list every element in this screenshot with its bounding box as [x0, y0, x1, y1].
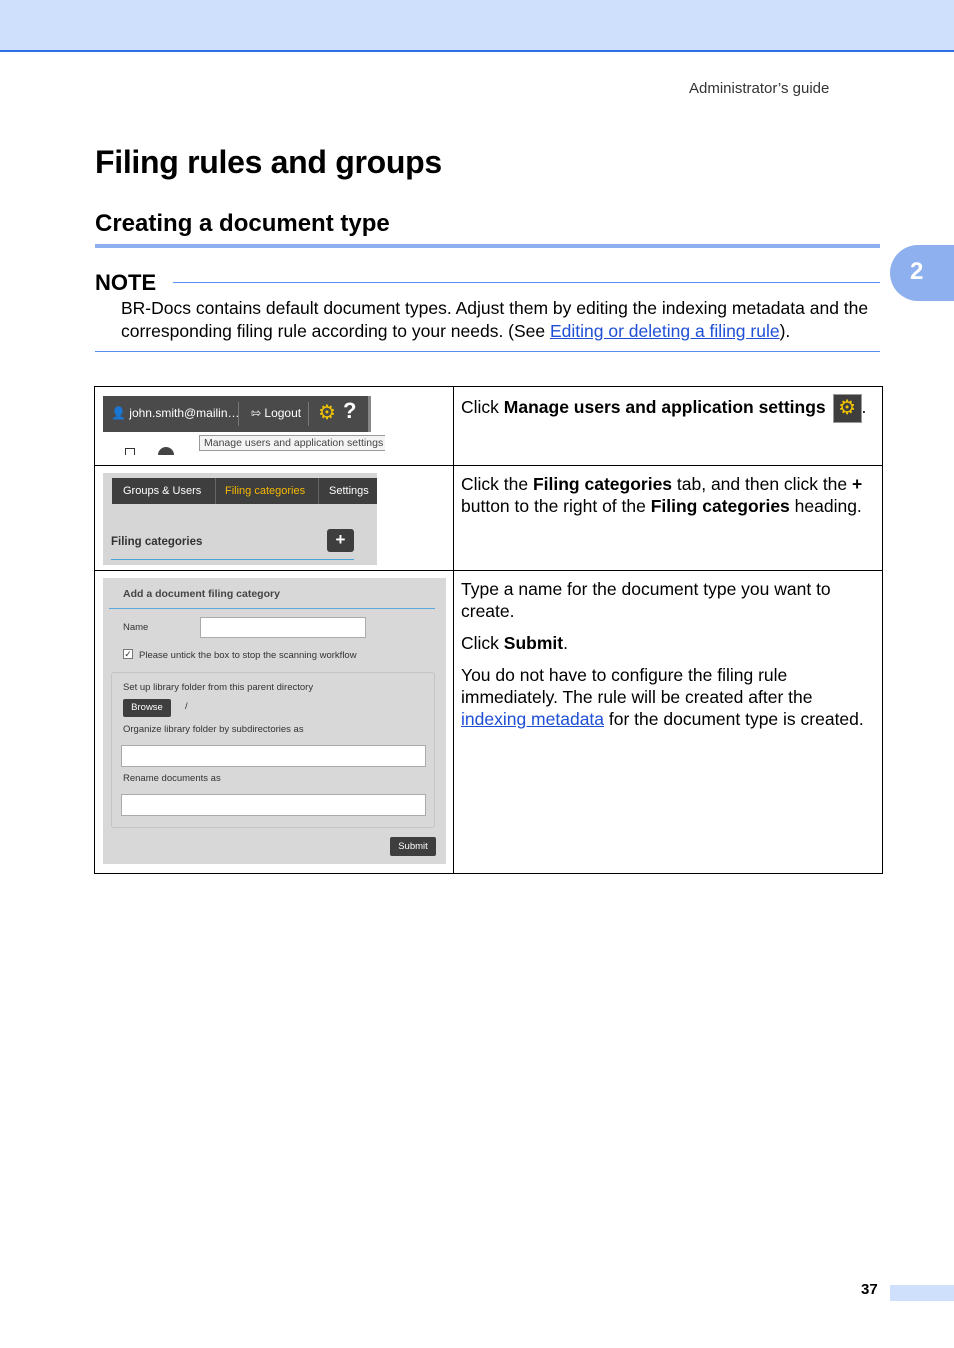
rename-field	[121, 794, 426, 816]
heading-underline	[111, 559, 354, 560]
section-title: Creating a document type	[95, 210, 390, 237]
tab-divider	[215, 478, 216, 504]
checkbox-icon: ✓	[123, 649, 133, 659]
step3-text: for the document type is created.	[604, 709, 864, 729]
top-band	[0, 0, 954, 52]
rename-label: Rename documents as	[123, 773, 221, 784]
step1-image-cell: 👤 john.smith@mailin… ⇰ Logout ⚙ ? Manage…	[94, 386, 454, 466]
name-field	[200, 617, 366, 638]
step2-text: button to the right of the	[461, 496, 651, 516]
note-rule	[173, 282, 880, 283]
filing-categories-heading: Filing categories	[111, 536, 203, 548]
running-head: Administrator’s guide	[689, 80, 830, 97]
logout-button: ⇰ Logout	[251, 406, 301, 420]
indexing-metadata-link[interactable]: indexing metadata	[461, 709, 604, 729]
subdir-field	[121, 745, 426, 767]
settings-tab-bar: Groups & Users Filing categories Setting…	[112, 478, 377, 504]
toolbar-divider	[308, 402, 309, 426]
step1-prefix: Click	[461, 397, 504, 418]
tab-divider	[318, 478, 319, 504]
filing-categories-screenshot: Groups & Users Filing categories Setting…	[103, 473, 377, 565]
form-title: Add a document filing category	[123, 588, 280, 600]
steps-table: 👤 john.smith@mailin… ⇰ Logout ⚙ ? Manage…	[94, 386, 883, 874]
step1-suffix: .	[861, 397, 867, 418]
step-row-1: 👤 john.smith@mailin… ⇰ Logout ⚙ ? Manage…	[94, 386, 883, 466]
add-category-form-screenshot: Add a document filing category Name ✓ Pl…	[103, 578, 446, 864]
step2-image-cell: Groups & Users Filing categories Setting…	[94, 465, 454, 571]
step2-bold-plus: +	[852, 474, 863, 494]
form-title-rule	[109, 608, 435, 609]
step3-image-cell: Add a document filing category Name ✓ Pl…	[94, 570, 454, 874]
step1-bold: Manage users and application settings	[503, 397, 826, 418]
step3-text: You do not have to configure the filing …	[461, 665, 813, 707]
chapter-tab-number: 2	[910, 258, 924, 285]
browse-button: Browse	[123, 699, 171, 717]
toolbar-screenshot: 👤 john.smith@mailin… ⇰ Logout ⚙ ? Manage…	[103, 394, 385, 455]
step3-text: .	[563, 633, 568, 653]
step3-para3: You do not have to configure the filing …	[461, 664, 874, 730]
note-title: NOTE	[95, 270, 157, 295]
user-email: john.smith@mailin…	[129, 406, 240, 420]
tab-filing-categories: Filing categories	[225, 485, 306, 497]
settings-tooltip: Manage users and application settings	[199, 435, 385, 451]
logout-icon: ⇰	[251, 406, 262, 420]
toolbar-divider	[238, 402, 239, 426]
gear-icon: ⚙	[832, 394, 862, 423]
step2-bold: Filing categories	[532, 474, 673, 494]
note-link[interactable]: Editing or deleting a filing rule	[550, 321, 780, 341]
step3-para1: Type a name for the document type you wa…	[461, 579, 831, 621]
document-icon	[125, 448, 135, 455]
step2-text: heading.	[789, 496, 862, 516]
step3-text: Click	[461, 633, 504, 653]
step2-text-cell: Click the Filing categories tab, and the…	[453, 465, 883, 571]
chapter-title: Filing rules and groups	[95, 144, 442, 180]
gear-icon: ⚙	[318, 402, 336, 424]
step2-text: tab, and then click the	[672, 474, 853, 494]
user-icon: 👤	[111, 406, 126, 420]
path-value: /	[185, 701, 188, 712]
step-row-2: Groups & Users Filing categories Setting…	[94, 465, 883, 571]
tab-groups-users: Groups & Users	[123, 485, 202, 497]
tab-settings: Settings	[329, 485, 369, 497]
circle-icon	[158, 447, 174, 455]
subdir-label: Organize library folder by subdirectorie…	[123, 724, 304, 735]
step2-bold: Filing categories	[650, 496, 790, 516]
scan-workflow-label: Please untick the box to stop the scanni…	[139, 650, 357, 661]
add-category-button: +	[327, 529, 354, 552]
footer-band	[890, 1285, 954, 1301]
chapter-tab: 2	[890, 245, 954, 301]
section-rule	[95, 244, 880, 248]
step-row-3: Add a document filing category Name ✓ Pl…	[94, 570, 883, 874]
note-text-end: ).	[779, 321, 791, 341]
note-body: BR-Docs contains default document types.…	[121, 297, 881, 343]
note-bottom-rule	[95, 351, 880, 352]
name-label: Name	[123, 622, 149, 633]
help-icon: ?	[343, 398, 357, 423]
submit-bold: Submit	[503, 633, 564, 653]
step1-text-cell: Click Manage users and application setti…	[453, 386, 883, 466]
step3-text-cell: Type a name for the document type you wa…	[453, 570, 883, 874]
submit-button: Submit	[390, 837, 436, 856]
page-number: 37	[861, 1281, 878, 1298]
step3-para2: Click Submit.	[461, 632, 874, 654]
parent-dir-label: Set up library folder from this parent d…	[123, 682, 314, 693]
logout-label: Logout	[264, 406, 302, 420]
step2-text: Click the	[461, 474, 533, 494]
user-account-label: 👤 john.smith@mailin…	[111, 406, 240, 420]
